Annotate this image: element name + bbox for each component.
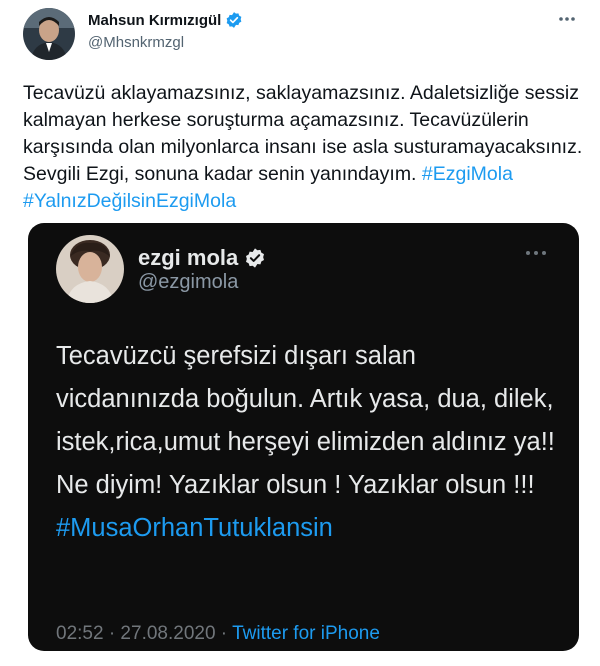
embedded-source: Twitter for iPhone xyxy=(232,623,380,644)
embedded-hashtag: #MusaOrhanTutuklansin xyxy=(56,514,333,542)
embedded-author-name: ezgi mola xyxy=(138,245,239,270)
author-avatar[interactable] xyxy=(23,8,75,60)
more-icon[interactable] xyxy=(556,8,578,30)
embedded-meta: 02:52 · 27.08.2020 · Twitter for iPhone xyxy=(56,623,380,645)
embedded-timestamp: 02:52 · 27.08.2020 · xyxy=(56,623,233,644)
author-name-row[interactable]: Mahsun Kırmızıgül xyxy=(88,11,243,29)
embedded-body: Tecavüzcü şerefsizi dışarı salan vicdanı… xyxy=(56,342,555,499)
embedded-tweet-image[interactable]: ezgi mola @ezgimola Tecavüzcü şerefsizi … xyxy=(28,223,579,651)
embedded-name-row: ezgi mola xyxy=(138,245,266,271)
author-handle[interactable]: @Mhsnkrmzgl xyxy=(88,34,184,51)
verified-badge-icon xyxy=(225,11,243,29)
tweet: Mahsun Kırmızıgül @Mhsnkrmzgl Tecavüzü a… xyxy=(0,0,600,666)
author-name[interactable]: Mahsun Kırmızıgül xyxy=(88,12,221,29)
embedded-author-handle: @ezgimola xyxy=(138,271,239,293)
tweet-text: Tecavüzü aklayamazsınız, saklayamazsınız… xyxy=(23,80,583,215)
embedded-verified-icon xyxy=(244,247,266,269)
embedded-avatar xyxy=(56,235,124,303)
embedded-tweet-text: Tecavüzcü şerefsizi dışarı salan vicdanı… xyxy=(56,335,566,550)
embedded-more-icon xyxy=(523,245,549,261)
